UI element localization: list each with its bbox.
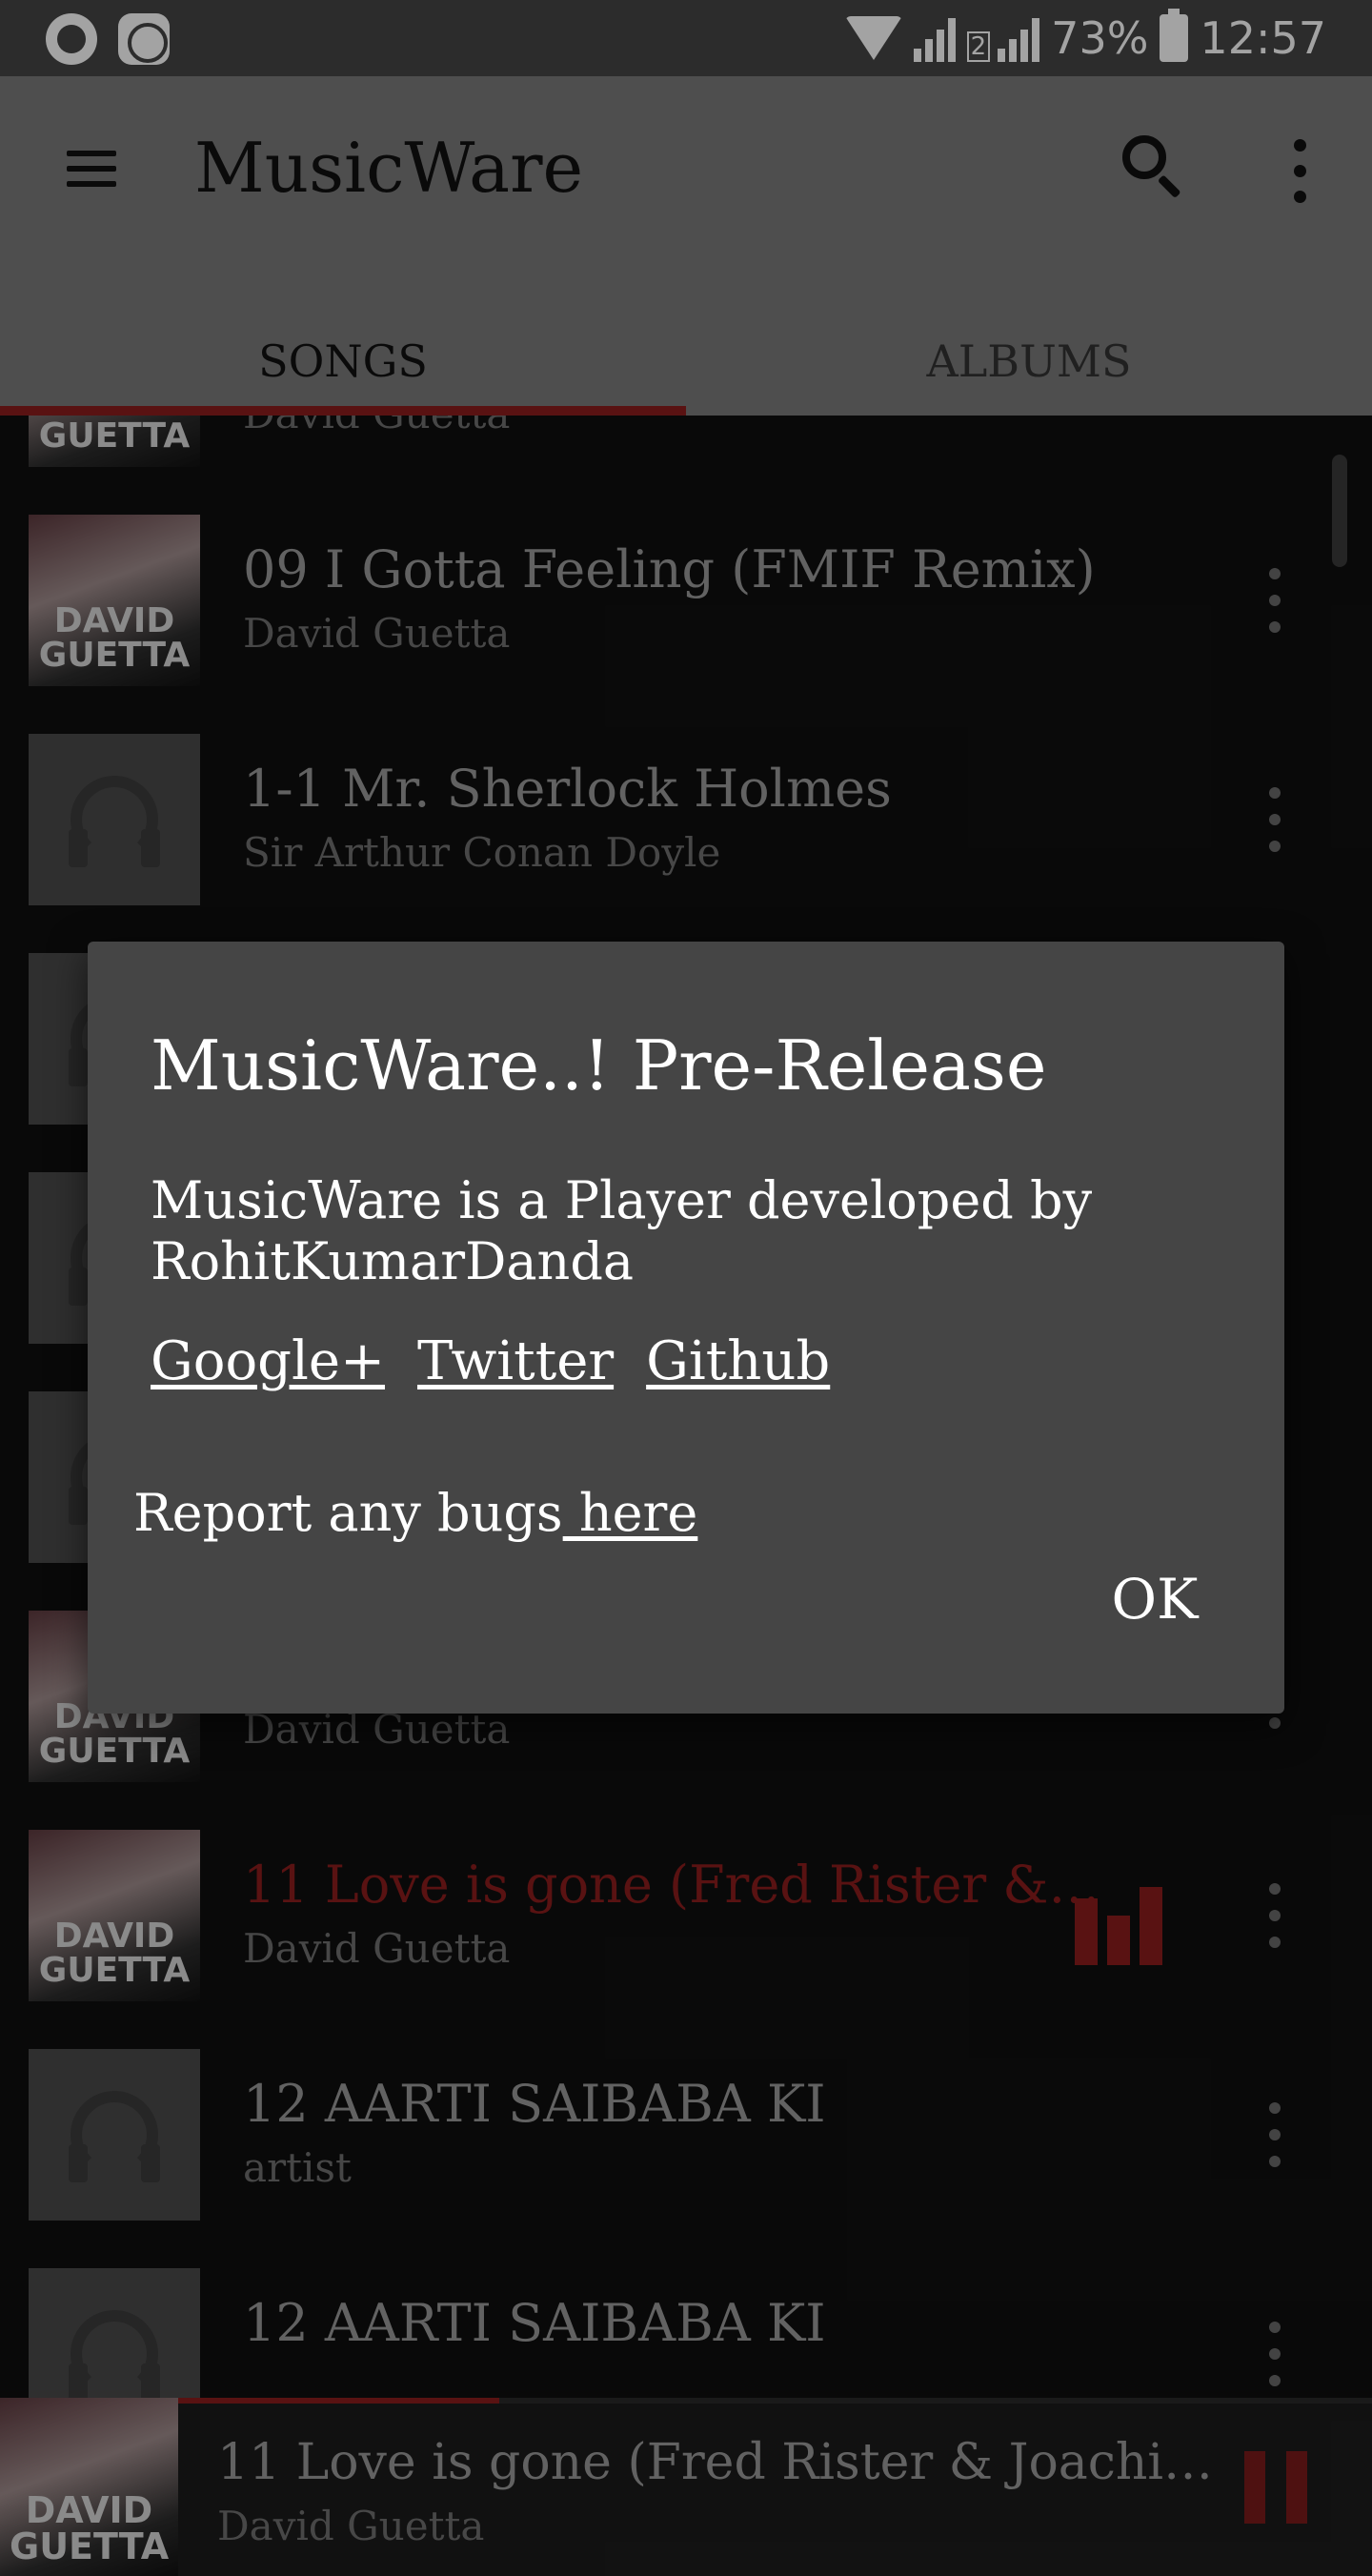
social-links: Google+ Twitter Github — [151, 1330, 830, 1392]
google-plus-link[interactable]: Google+ — [151, 1330, 385, 1392]
about-dialog: MusicWare..! Pre-Release MusicWare is a … — [88, 942, 1284, 1714]
ok-button[interactable]: OK — [1079, 1552, 1231, 1647]
dialog-message: MusicWare is a Player developed by Rohit… — [151, 1170, 1093, 1291]
dialog-title: MusicWare..! Pre-Release — [151, 1025, 1047, 1105]
github-link[interactable]: Github — [646, 1330, 830, 1392]
report-bugs-link[interactable]: here — [563, 1483, 698, 1543]
report-bugs-text: Report any bugs here — [133, 1483, 697, 1543]
twitter-link[interactable]: Twitter — [417, 1330, 614, 1392]
report-bugs-label: Report any bugs — [133, 1483, 563, 1543]
